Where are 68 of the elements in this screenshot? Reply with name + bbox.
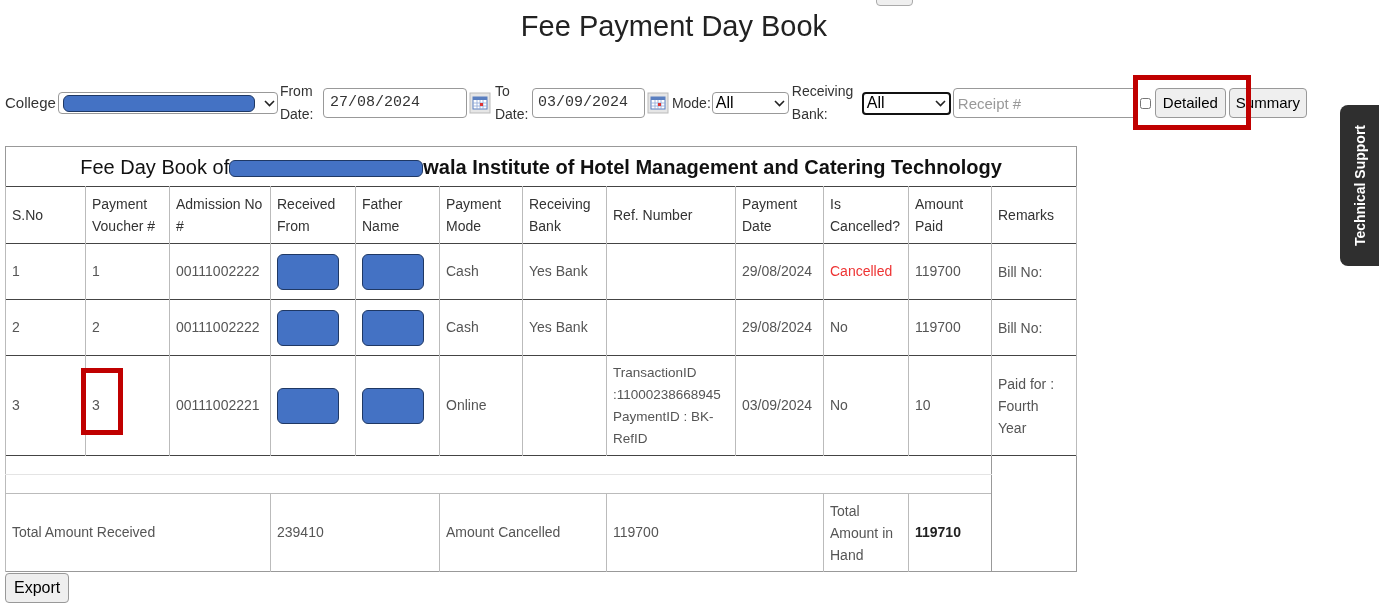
technical-support-tab[interactable]: Technical Support	[1340, 105, 1379, 266]
page-title: Fee Payment Day Book	[520, 9, 828, 44]
table-cell: Cash	[446, 319, 479, 335]
table-cell: 10	[915, 397, 931, 413]
table-cell: 3	[92, 397, 100, 413]
column-header: Received From	[277, 195, 337, 236]
table-cell: 29/08/2024	[742, 263, 813, 279]
column-header: Ref. Number	[613, 206, 694, 225]
table-cell: 119700	[915, 319, 961, 335]
college-select[interactable]	[57, 92, 278, 114]
table-cell: 2	[92, 319, 100, 335]
table-cell: 119700	[613, 524, 659, 540]
field-label: College	[5, 92, 56, 113]
table-cell: 00111002221	[176, 397, 260, 413]
table-cell-text: Total Amount in Hand	[830, 501, 895, 565]
to-date-field[interactable]: 03/09/2024	[531, 88, 645, 118]
table-cell-text: Bill No:	[998, 318, 1044, 338]
column-header: Father Name	[362, 195, 404, 236]
caret-icon	[263, 99, 275, 107]
column-header: Payment Date	[742, 195, 799, 236]
table-cell: 03/09/2024	[742, 397, 813, 413]
table-title: wala Institute of Hotel Management and Catering Technology	[423, 155, 1002, 178]
field-label: To Date:	[494, 82, 530, 124]
column-header: Remarks	[998, 206, 1055, 225]
table-cell: 119700	[915, 263, 961, 279]
caret-icon	[934, 99, 946, 107]
table-cell: Cash	[446, 263, 479, 279]
export-button[interactable]: Export	[5, 573, 70, 603]
table-cell: 119710	[915, 524, 961, 540]
table-cell: 00111002222	[176, 319, 260, 335]
detailed-button[interactable]: Detailed	[1154, 88, 1226, 118]
table-cell: 00111002222	[176, 263, 260, 279]
field-label: Receiving Bank:	[791, 82, 855, 124]
table-cell: 29/08/2024	[742, 319, 813, 335]
table-title: Fee Day Book of	[80, 155, 230, 178]
table-cell: Yes Bank	[529, 263, 588, 279]
highlight-frame	[81, 368, 123, 435]
bank-select[interactable]: All	[861, 91, 951, 115]
table-cell: Online	[446, 397, 487, 413]
table-cell: 1	[92, 263, 100, 279]
calendar-icon[interactable]	[468, 92, 491, 114]
column-header: Payment Voucher #	[92, 195, 157, 236]
column-header: Receiving Bank	[529, 195, 592, 236]
table-cell-text: Paid for : Fourth Year	[998, 374, 1056, 438]
calendar-icon[interactable]	[646, 92, 669, 114]
table-cell: No	[830, 319, 848, 335]
field-label: Mode:	[671, 93, 711, 113]
column-header: Amount Paid	[915, 195, 965, 236]
table-cell-text: TransactionID :11000238668945 PaymentID : BK-RefID	[613, 363, 722, 448]
table-cell: Amount Cancelled	[446, 524, 561, 540]
table-cell: Total Amount Received	[12, 524, 156, 540]
table-cell: Cancelled	[830, 263, 893, 279]
detailed-checkbox[interactable]	[1139, 96, 1151, 110]
table-cell: 3	[12, 397, 20, 413]
table-cell: 239410	[277, 524, 324, 540]
table-cell: 2	[12, 319, 20, 335]
field-label: From Date:	[279, 82, 315, 124]
from-date-field[interactable]: 27/08/2024	[322, 88, 467, 118]
table-cell-text: Bill No:	[998, 262, 1044, 282]
caret-icon	[773, 99, 785, 107]
table-cell: 1	[12, 263, 20, 279]
mode-select[interactable]: All	[711, 92, 789, 114]
column-header: Is Cancelled?	[830, 195, 902, 236]
column-header: Admission No #	[176, 195, 264, 236]
column-header: S.No	[12, 206, 45, 225]
table-cell: No	[830, 397, 848, 413]
column-header: Payment Mode	[446, 195, 503, 236]
table-cell: Yes Bank	[529, 319, 588, 335]
